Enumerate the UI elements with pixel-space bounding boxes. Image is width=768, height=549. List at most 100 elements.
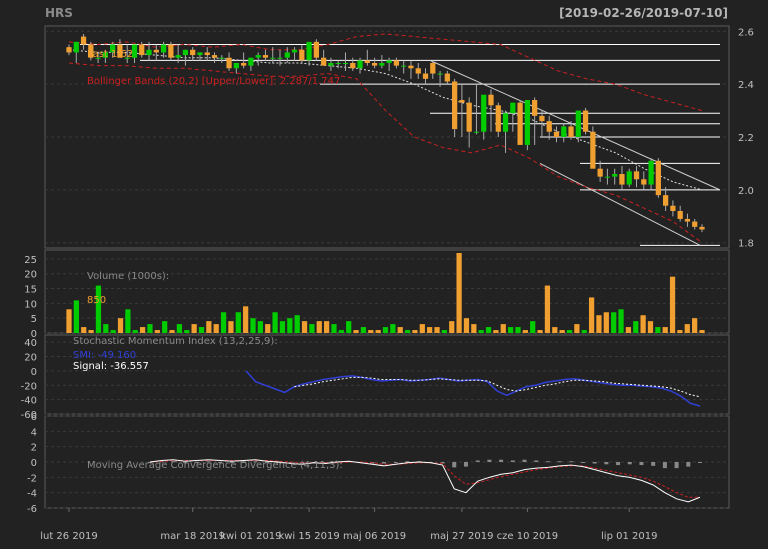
y-tick-label: -2 bbox=[27, 473, 37, 484]
y-tick-label: 2 bbox=[31, 443, 37, 454]
volume-bar bbox=[662, 327, 668, 333]
x-tick-label: lip 01 2019 bbox=[601, 531, 657, 542]
candle-body bbox=[284, 52, 290, 58]
volume-bar bbox=[265, 324, 271, 333]
candle-body bbox=[241, 63, 247, 66]
macd-histogram-bar bbox=[686, 462, 691, 467]
volume-bar bbox=[566, 330, 573, 333]
candle-body bbox=[350, 63, 356, 69]
candle-body bbox=[153, 49, 159, 53]
candle-body bbox=[219, 57, 225, 59]
candle-body bbox=[655, 160, 661, 196]
candle-body bbox=[517, 102, 523, 145]
smi-value: SMI: -49.160 bbox=[73, 350, 136, 361]
candle-body bbox=[524, 100, 530, 145]
volume-bar bbox=[684, 324, 690, 333]
volume-bar bbox=[508, 327, 514, 333]
volume-bar bbox=[235, 312, 241, 333]
volume-bar bbox=[655, 327, 661, 333]
y-tick-label: 2.4 bbox=[738, 80, 754, 91]
candle-body bbox=[459, 100, 465, 103]
candle-body bbox=[270, 57, 276, 59]
volume-bar bbox=[677, 330, 683, 333]
candle-body bbox=[590, 131, 596, 169]
candle-body bbox=[488, 94, 494, 106]
volume-bar bbox=[449, 321, 455, 333]
volume-bar bbox=[125, 309, 131, 333]
volume-bar bbox=[618, 309, 624, 333]
volume-bar bbox=[382, 327, 389, 333]
y-tick-label: -4 bbox=[27, 489, 37, 500]
candle-body bbox=[699, 226, 705, 230]
macd-histogram-bar bbox=[405, 461, 410, 463]
volume-bar bbox=[478, 330, 484, 333]
candle-body bbox=[371, 63, 378, 66]
volume-bar bbox=[404, 330, 411, 333]
candle-body bbox=[422, 73, 429, 79]
volume-bar bbox=[73, 300, 79, 333]
volume-bar bbox=[368, 330, 374, 333]
chart-area: 1.82.02.22.42.60510152025-60-40-2002040-… bbox=[21, 25, 754, 542]
candle-body bbox=[677, 211, 683, 219]
y-tick-label: 5 bbox=[31, 314, 37, 325]
candle-body bbox=[641, 179, 647, 185]
macd-histogram-bar bbox=[522, 459, 527, 462]
candle-body bbox=[328, 63, 334, 66]
y-tick-label: -40 bbox=[21, 396, 37, 407]
volume-bar bbox=[346, 321, 352, 333]
candle-body bbox=[648, 160, 654, 185]
volume-bar bbox=[360, 327, 367, 333]
candle-body bbox=[408, 65, 414, 69]
volume-bar bbox=[132, 330, 138, 333]
candle-body bbox=[277, 57, 283, 59]
volume-last-value: 850 bbox=[87, 295, 106, 306]
macd-histogram-bar bbox=[580, 462, 585, 463]
macd-histogram-bar bbox=[616, 462, 621, 466]
volume-bar bbox=[611, 312, 617, 333]
candle-body bbox=[175, 55, 181, 58]
candle-body bbox=[415, 68, 421, 74]
volume-bar bbox=[191, 324, 197, 333]
volume-bar bbox=[427, 327, 433, 333]
candle-body bbox=[357, 60, 363, 69]
x-tick-label: lut 26 2019 bbox=[40, 531, 98, 542]
y-tick-label: -6 bbox=[27, 504, 37, 515]
volume-bar bbox=[588, 297, 595, 333]
candle-body bbox=[291, 49, 298, 53]
candle-body bbox=[321, 57, 327, 66]
volume-bar bbox=[220, 312, 227, 333]
macd-histogram-bar bbox=[475, 460, 480, 462]
candle-body bbox=[597, 168, 603, 177]
volume-bar bbox=[243, 306, 249, 333]
candle-body bbox=[342, 63, 349, 64]
volume-bar bbox=[633, 321, 639, 333]
candle-body bbox=[539, 115, 545, 122]
y-tick-label: 2.6 bbox=[738, 27, 754, 38]
candle-body bbox=[226, 57, 232, 69]
candle-body bbox=[437, 73, 443, 75]
volume-bar bbox=[206, 321, 212, 333]
macd-histogram-bar bbox=[604, 462, 609, 465]
candle-body bbox=[401, 65, 407, 67]
volume-bar bbox=[147, 324, 153, 333]
candle-body bbox=[626, 171, 632, 185]
candle-body bbox=[248, 57, 254, 66]
smi-signal-value: Signal: -36.557 bbox=[73, 361, 149, 372]
volume-bar bbox=[581, 330, 587, 333]
y-tick-label: 0 bbox=[31, 458, 37, 469]
panel-frame bbox=[44, 249, 730, 334]
volume-bar bbox=[331, 324, 337, 333]
candle-body bbox=[612, 174, 618, 177]
smi-title: Stochastic Momentum Index (13,2,25,9): bbox=[73, 336, 278, 347]
candle-body bbox=[495, 105, 501, 132]
macd-histogram-bar bbox=[499, 459, 504, 462]
candle-body bbox=[692, 221, 698, 227]
volume-bar bbox=[81, 327, 87, 333]
candle-body bbox=[73, 41, 79, 53]
volume-bar bbox=[323, 321, 330, 333]
volume-bar bbox=[338, 330, 344, 333]
volume-bar bbox=[522, 330, 528, 333]
volume-bar bbox=[154, 330, 160, 333]
volume-bar bbox=[316, 321, 322, 333]
macd-histogram-bar bbox=[627, 462, 632, 465]
